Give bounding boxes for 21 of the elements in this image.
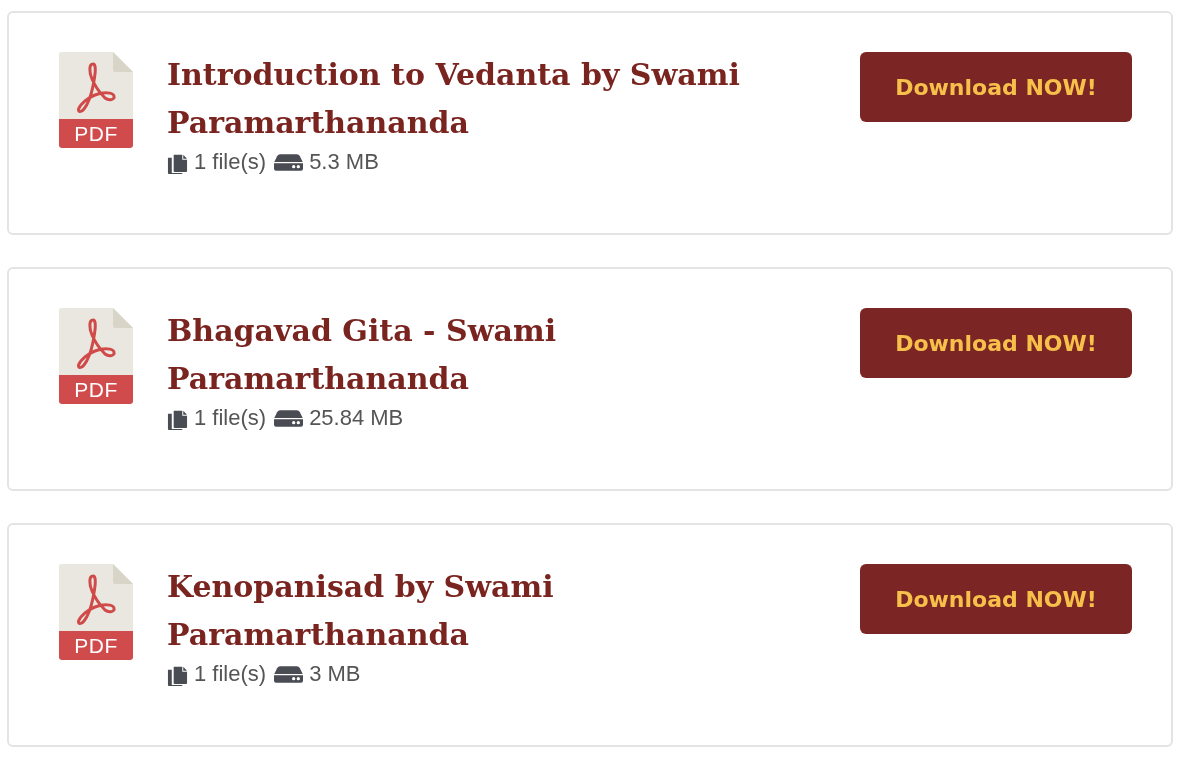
hard-drive-icon bbox=[274, 665, 304, 683]
download-button[interactable]: Download NOW! bbox=[860, 564, 1132, 634]
document-icon bbox=[59, 564, 133, 631]
file-type-label: PDF bbox=[59, 631, 133, 660]
file-count: 1 file(s) bbox=[194, 661, 267, 687]
file-title[interactable]: Introduction to Vedanta by Swami Paramarthananda bbox=[167, 51, 807, 147]
document-icon bbox=[59, 308, 133, 375]
download-button[interactable]: Download NOW! bbox=[860, 308, 1132, 378]
file-title[interactable]: Bhagavad Gita - Swami Paramarthananda bbox=[167, 307, 807, 403]
hard-drive-icon bbox=[274, 409, 304, 427]
file-size: 5.3 MB bbox=[309, 149, 379, 175]
file-type-label: PDF bbox=[59, 119, 133, 148]
file-count: 1 file(s) bbox=[194, 149, 267, 175]
download-button[interactable]: Download NOW! bbox=[860, 52, 1132, 122]
file-type-label: PDF bbox=[59, 375, 133, 404]
file-count: 1 file(s) bbox=[194, 405, 267, 431]
file-title[interactable]: Kenopanisad by Swami Paramarthananda bbox=[167, 563, 807, 659]
hard-drive-icon bbox=[274, 153, 304, 171]
document-icon bbox=[59, 52, 133, 119]
file-size: 25.84 MB bbox=[309, 405, 404, 431]
file-size: 3 MB bbox=[309, 661, 361, 687]
